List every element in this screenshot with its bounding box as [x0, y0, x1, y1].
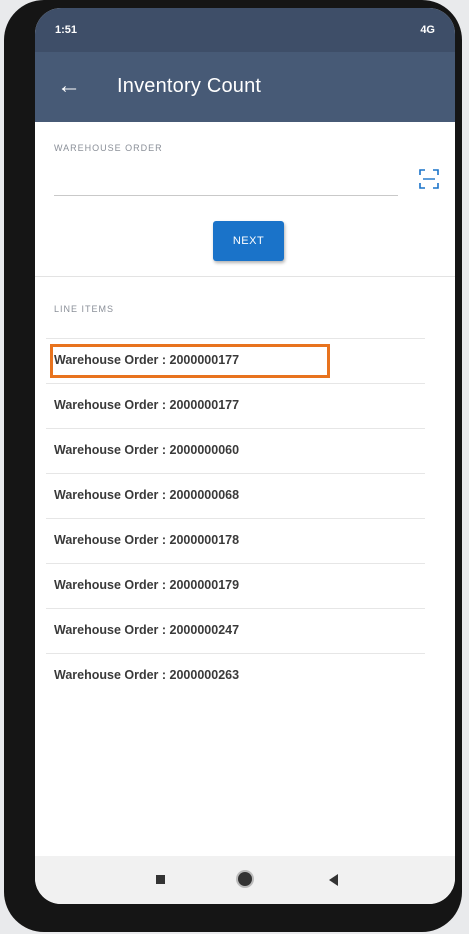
back-triangle-icon[interactable] — [329, 874, 338, 886]
status-time: 1:51 — [55, 24, 78, 36]
warehouse-order-input[interactable] — [54, 171, 398, 196]
arrow-left-icon[interactable]: ← — [57, 74, 81, 98]
list-item-label: Warehouse Order : 2000000179 — [54, 578, 240, 592]
list-item-label: Warehouse Order : 2000000060 — [54, 443, 240, 457]
home-icon[interactable] — [238, 872, 252, 886]
phone-screen: 1:51 4G ← Inventory Count WAREHOUSE ORDE… — [35, 8, 455, 904]
recent-apps-icon[interactable] — [156, 875, 165, 884]
barcode-scan-icon[interactable] — [418, 168, 440, 190]
phone-frame: 1:51 4G ← Inventory Count WAREHOUSE ORDE… — [4, 0, 462, 932]
list-item[interactable]: Warehouse Order : 2000000179 — [46, 563, 425, 608]
line-items-label: LINE ITEMS — [54, 304, 115, 314]
app-bar: ← Inventory Count — [35, 52, 455, 122]
warehouse-order-label: WAREHOUSE ORDER — [54, 143, 163, 153]
list-item-label: Warehouse Order : 2000000177 — [54, 398, 240, 412]
status-icons: 4G — [420, 24, 435, 36]
next-button[interactable]: NEXT — [213, 221, 284, 261]
status-bar: 1:51 4G — [35, 8, 455, 52]
section-divider — [35, 276, 455, 277]
list-item[interactable]: Warehouse Order : 2000000247 — [46, 608, 425, 653]
list-item[interactable]: Warehouse Order : 2000000060 — [46, 428, 425, 473]
list-item-label: Warehouse Order : 2000000068 — [54, 488, 240, 502]
list-item-label: Warehouse Order : 2000000178 — [54, 533, 240, 547]
android-nav-bar — [35, 856, 455, 904]
list-item[interactable]: Warehouse Order : 2000000177 — [46, 383, 425, 428]
list-item[interactable]: Warehouse Order : 2000000178 — [46, 518, 425, 563]
list-item-label: Warehouse Order : 2000000247 — [54, 623, 240, 637]
highlight-annotation — [50, 344, 330, 378]
line-items-list: Warehouse Order : 2000000177 Warehouse O… — [35, 338, 455, 698]
list-item[interactable]: Warehouse Order : 2000000263 — [46, 653, 425, 698]
list-item[interactable]: Warehouse Order : 2000000068 — [46, 473, 425, 518]
list-item-label: Warehouse Order : 2000000263 — [54, 668, 240, 682]
page-title: Inventory Count — [117, 75, 262, 97]
